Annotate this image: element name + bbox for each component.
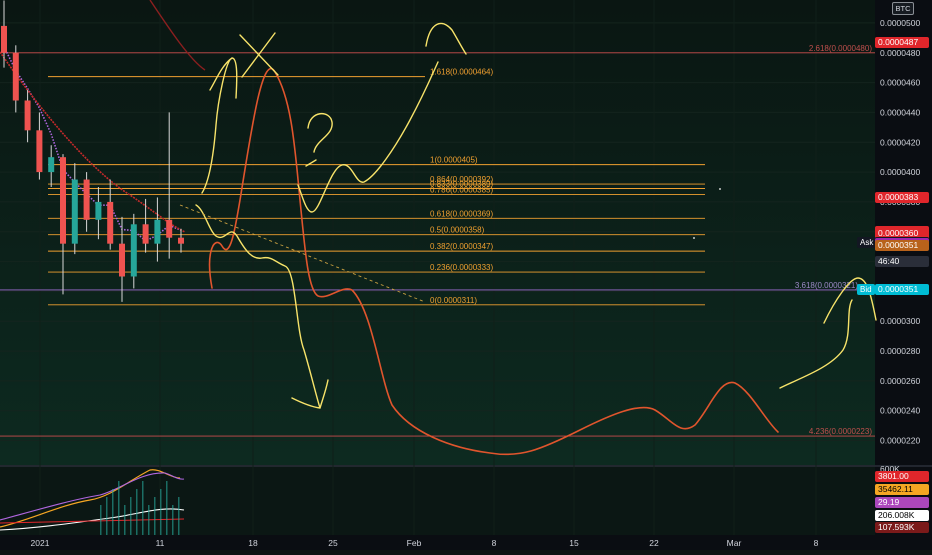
price-tick-label: 0.0000480: [880, 48, 920, 58]
fib-level-label: 3.618(0.0000321): [795, 281, 859, 290]
volume-bar: [118, 481, 120, 535]
volume-bar: [148, 505, 150, 535]
candle-body[interactable]: [83, 179, 90, 220]
fib-level-label: 0.618(0.0000369): [430, 209, 494, 218]
price-tick-label: 0.0000400: [880, 167, 920, 177]
candle-body[interactable]: [12, 52, 19, 101]
volume-bar: [178, 497, 180, 535]
fib-level-label: 0.382(0.0000347): [430, 242, 494, 251]
marker-dot: [719, 188, 721, 190]
volume-bar: [160, 489, 162, 535]
time-tick-label: 8: [492, 538, 497, 548]
quote-side-tag: Bid: [857, 284, 875, 296]
candle-body[interactable]: [71, 179, 78, 244]
fib-level-label: 1.618(0.0000464): [430, 68, 494, 77]
volume-bar: [172, 505, 174, 535]
time-tick-label: Mar: [727, 538, 742, 548]
fib-level-label: 0.236(0.0000333): [430, 263, 494, 272]
time-tick-label: 11: [156, 538, 165, 548]
time-tick-label: 18: [248, 538, 258, 548]
quote-side-tag: Ask: [857, 236, 877, 248]
volume-bar: [124, 505, 126, 535]
indicator-value-tag: 3801.00: [875, 471, 929, 482]
volume-bar: [100, 505, 102, 535]
price-tick-label: 0.0000440: [880, 107, 920, 117]
candle-body[interactable]: [166, 219, 173, 238]
fib-level-label: 0.5(0.0000358): [430, 226, 485, 235]
candle-body[interactable]: [36, 130, 43, 173]
price-tag: 46:40: [875, 256, 929, 268]
candle-body[interactable]: [48, 157, 55, 173]
price-tag: 0.0000383: [875, 191, 929, 203]
price-tick-label: 0.0000460: [880, 78, 920, 88]
candle-body[interactable]: [95, 201, 102, 220]
symbol-chip[interactable]: BTC: [892, 2, 914, 15]
time-tick-label: 22: [649, 538, 659, 548]
price-tag: 0.0000351: [875, 284, 929, 296]
candle-body[interactable]: [107, 201, 114, 244]
candle-body[interactable]: [142, 224, 149, 244]
volume-bar: [136, 489, 138, 535]
volume-bar: [154, 497, 156, 535]
indicator-value-tag: 35462.11: [875, 484, 929, 495]
volume-bar: [166, 481, 168, 535]
candle-body[interactable]: [130, 224, 137, 277]
candle-body[interactable]: [178, 237, 184, 244]
fib-level-label: 4.236(0.0000223): [809, 427, 873, 436]
marker-dot: [693, 237, 695, 239]
candle-body[interactable]: [119, 243, 125, 277]
price-tick-label: 0.0000280: [880, 346, 920, 356]
candle-body[interactable]: [1, 25, 7, 53]
price-tick-label: 0.0000420: [880, 137, 920, 147]
indicator-value-tag: 206.008K: [875, 510, 929, 521]
fib-level-label: 1(0.0000405): [430, 156, 478, 165]
price-tick-label: 0.0000220: [880, 436, 920, 446]
time-tick-label: 2021: [31, 538, 50, 548]
volume-bar: [130, 497, 132, 535]
price-tick-label: 0.0000500: [880, 18, 920, 28]
candle-body[interactable]: [60, 157, 66, 244]
time-tick-label: 15: [569, 538, 579, 548]
volume-bar: [142, 481, 144, 535]
time-tick-label: 8: [814, 538, 819, 548]
indicator-value-tag: 107.593K: [875, 522, 929, 533]
fib-level-label: 2.618(0.0000480): [809, 44, 873, 53]
fib-level-label: 0(0.0000311): [430, 296, 477, 305]
price-tag: 0.0000351: [875, 239, 929, 251]
volume-bar: [112, 489, 114, 535]
candle-body[interactable]: [154, 219, 161, 244]
price-tick-label: 0.0000300: [880, 316, 920, 326]
price-tag: 0.0000487: [875, 36, 929, 48]
volume-bar: [106, 497, 108, 535]
fib-level-label: 0.786(0.0000385): [430, 185, 494, 194]
time-tick-label: Feb: [407, 538, 422, 548]
btc-chart[interactable]: 2.618(0.0000480) 1.618(0.0000464) 1(0.0000…: [0, 0, 932, 550]
candle-body[interactable]: [24, 100, 31, 131]
indicator-value-tag: 29.19: [875, 497, 929, 508]
chart-canvas[interactable]: 2.618(0.0000480) 1.618(0.0000464) 1(0.0000…: [0, 0, 932, 550]
time-axis-background: [0, 535, 932, 550]
price-tick-label: 0.0000240: [880, 406, 920, 416]
price-tick-label: 0.0000260: [880, 376, 920, 386]
time-tick-label: 25: [328, 538, 338, 548]
